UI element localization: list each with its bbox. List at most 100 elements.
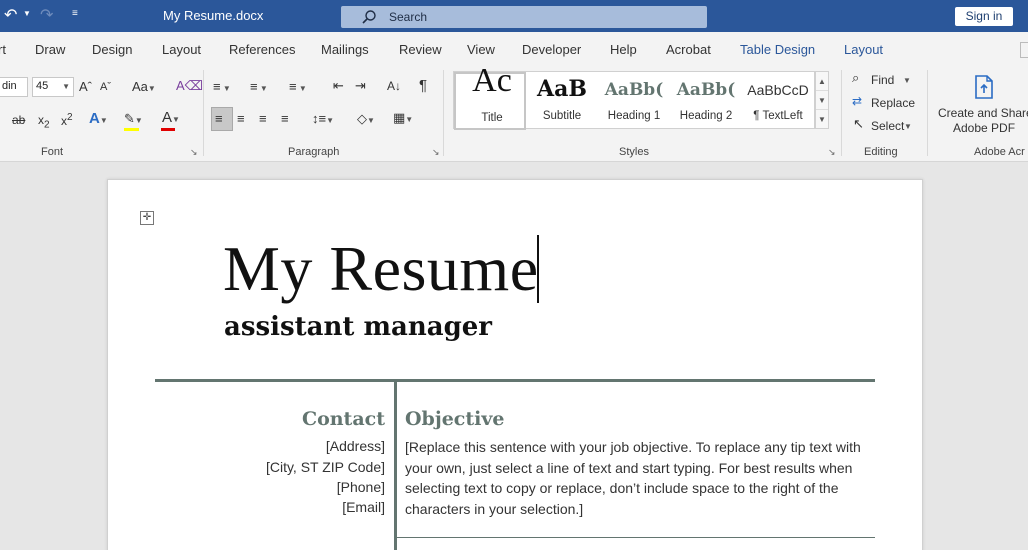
font-color-swatch bbox=[161, 128, 175, 131]
highlight-color-icon[interactable]: ✎▼ bbox=[124, 111, 143, 129]
font-size-value: 45 bbox=[36, 80, 49, 92]
tab-help[interactable]: Help bbox=[610, 42, 637, 57]
align-center-icon[interactable]: ≡ bbox=[237, 111, 245, 127]
style-preview: AaBbCcD bbox=[747, 82, 809, 98]
style-textleft[interactable]: AaBbCcD ¶ TextLeft bbox=[742, 72, 814, 130]
tab-draw[interactable]: Draw bbox=[35, 42, 65, 57]
align-left-icon[interactable]: ≡ bbox=[215, 111, 223, 127]
find-button[interactable]: ⌕ Find ▼ bbox=[852, 70, 912, 88]
contact-heading[interactable]: Contact bbox=[258, 408, 385, 430]
text-cursor bbox=[537, 235, 539, 303]
create-share-pdf-button[interactable]: Create and Share Adobe PDF bbox=[935, 72, 1028, 138]
tab-design[interactable]: Design bbox=[92, 42, 132, 57]
decrease-indent-icon[interactable]: ⇤ bbox=[333, 78, 344, 94]
font-name-value: din bbox=[2, 80, 17, 92]
tab-review[interactable]: Review bbox=[399, 42, 442, 57]
create-share-label-2: Adobe PDF bbox=[953, 121, 1016, 135]
font-group-label: Font bbox=[41, 146, 64, 158]
clear-formatting-icon[interactable]: A⌫ bbox=[176, 78, 203, 94]
show-formatting-marks-icon[interactable]: ¶ bbox=[419, 78, 427, 94]
customize-quick-access-icon[interactable]: ≡ bbox=[72, 8, 78, 19]
chevron-up-icon[interactable]: ▲ bbox=[816, 72, 828, 91]
find-icon: ⌕ bbox=[852, 70, 860, 85]
more-styles-icon[interactable]: ▼ bbox=[816, 110, 828, 129]
style-preview: AaB bbox=[537, 76, 587, 102]
objective-heading[interactable]: Objective bbox=[405, 408, 505, 430]
borders-icon[interactable]: ▦▼ bbox=[393, 110, 413, 128]
tab-developer[interactable]: Developer bbox=[522, 42, 581, 57]
contact-email[interactable]: [Email] bbox=[208, 499, 385, 515]
style-name: Heading 2 bbox=[679, 110, 733, 122]
select-label: Select bbox=[871, 119, 905, 133]
undo-dropdown-icon[interactable]: ▼ bbox=[23, 9, 31, 18]
tab-table-layout[interactable]: Layout bbox=[844, 42, 883, 57]
font-size-combo[interactable]: 45 ▼ bbox=[32, 77, 74, 97]
paragraph-group-label: Paragraph bbox=[288, 146, 340, 158]
search-box[interactable]: Search bbox=[341, 6, 707, 28]
tab-mailings[interactable]: Mailings bbox=[321, 42, 369, 57]
change-case-icon[interactable]: Aa▼ bbox=[132, 79, 156, 97]
chevron-down-icon[interactable]: ▼ bbox=[816, 91, 828, 110]
font-dialog-launcher-icon[interactable]: ↘ bbox=[190, 147, 198, 158]
replace-label: Replace bbox=[871, 96, 916, 110]
sign-in-button[interactable]: Sign in bbox=[955, 7, 1013, 26]
text-effects-icon[interactable]: A▼ bbox=[89, 111, 108, 129]
styles-gallery-scroll[interactable]: ▲ ▼ ▼ bbox=[815, 71, 829, 129]
increase-indent-icon[interactable]: ⇥ bbox=[355, 78, 366, 94]
resume-subtitle[interactable]: assistant manager bbox=[224, 312, 492, 342]
strikethrough-icon[interactable]: ab bbox=[12, 112, 25, 128]
styles-dialog-launcher-icon[interactable]: ↘ bbox=[828, 147, 836, 158]
title-bar: ↶ ▼ ↷ ≡ My Resume.docx Search Sign in bbox=[0, 0, 1028, 32]
grow-font-icon[interactable]: Aˆ bbox=[79, 79, 92, 95]
ribbon: din 45 ▼ Aˆ Aˇ Aa▼ A⌫ ab x2 x2 A▼ ✎▼ A▼ … bbox=[0, 62, 1028, 162]
redo-icon[interactable]: ↷ bbox=[40, 5, 53, 25]
tab-acrobat[interactable]: Acrobat bbox=[666, 42, 711, 57]
objective-divider bbox=[397, 537, 875, 538]
undo-icon[interactable]: ↶ bbox=[4, 5, 17, 25]
replace-button[interactable]: ⇄ Replace bbox=[852, 93, 918, 111]
tab-table-design[interactable]: Table Design bbox=[740, 42, 815, 57]
pdf-share-icon bbox=[975, 75, 993, 99]
tab-references[interactable]: References bbox=[229, 42, 295, 57]
style-heading-2[interactable]: AaBb( Heading 2 bbox=[670, 72, 742, 130]
search-placeholder: Search bbox=[389, 10, 428, 24]
font-name-combo[interactable]: din bbox=[0, 77, 28, 97]
bullets-icon[interactable]: ≡ ▼ bbox=[213, 79, 231, 97]
style-heading-1[interactable]: AaBb( Heading 1 bbox=[598, 72, 670, 130]
shading-icon[interactable]: ◇▼ bbox=[357, 111, 375, 129]
style-title[interactable]: Ac Title bbox=[454, 62, 526, 130]
table-move-handle-icon[interactable]: ✛ bbox=[140, 211, 154, 225]
style-subtitle[interactable]: AaB Subtitle bbox=[526, 72, 598, 130]
search-icon bbox=[362, 10, 376, 24]
styles-group-label: Styles bbox=[619, 146, 649, 158]
style-name: Title bbox=[481, 112, 503, 124]
contact-phone[interactable]: [Phone] bbox=[208, 479, 385, 495]
ribbon-edge-marker bbox=[1020, 42, 1028, 58]
superscript-icon[interactable]: x2 bbox=[61, 110, 73, 129]
objective-text[interactable]: [Replace this sentence with your job obj… bbox=[405, 437, 875, 519]
editing-group-label: Editing bbox=[864, 146, 898, 158]
document-page[interactable]: ✛ My Resume assistant manager Contact [A… bbox=[107, 179, 923, 550]
justify-icon[interactable]: ≡ bbox=[281, 111, 289, 127]
font-color-icon[interactable]: A▼ bbox=[162, 110, 180, 128]
contact-city[interactable]: [City, ST ZIP Code] bbox=[208, 459, 385, 475]
tab-insert[interactable]: rt bbox=[0, 42, 6, 57]
numbering-icon[interactable]: ≡ ▼ bbox=[250, 79, 268, 97]
subscript-icon[interactable]: x2 bbox=[38, 112, 50, 133]
style-name: Heading 1 bbox=[607, 110, 661, 122]
paragraph-dialog-launcher-icon[interactable]: ↘ bbox=[432, 147, 440, 158]
sort-icon[interactable]: A↓ bbox=[387, 78, 401, 94]
find-label: Find bbox=[871, 73, 895, 87]
section-divider bbox=[155, 379, 875, 382]
shrink-font-icon[interactable]: Aˇ bbox=[100, 79, 111, 95]
contact-address[interactable]: [Address] bbox=[208, 438, 385, 454]
tab-view[interactable]: View bbox=[467, 42, 495, 57]
style-name: Subtitle bbox=[542, 110, 582, 122]
multilevel-list-icon[interactable]: ≡ ▼ bbox=[289, 79, 307, 97]
align-right-icon[interactable]: ≡ bbox=[259, 111, 267, 127]
select-button[interactable]: ↖ Select ▼ bbox=[852, 116, 918, 134]
document-area: ✛ My Resume assistant manager Contact [A… bbox=[0, 162, 1028, 550]
resume-title[interactable]: My Resume bbox=[223, 232, 539, 306]
tab-layout[interactable]: Layout bbox=[162, 42, 201, 57]
line-spacing-icon[interactable]: ↕≡▼ bbox=[312, 111, 334, 129]
